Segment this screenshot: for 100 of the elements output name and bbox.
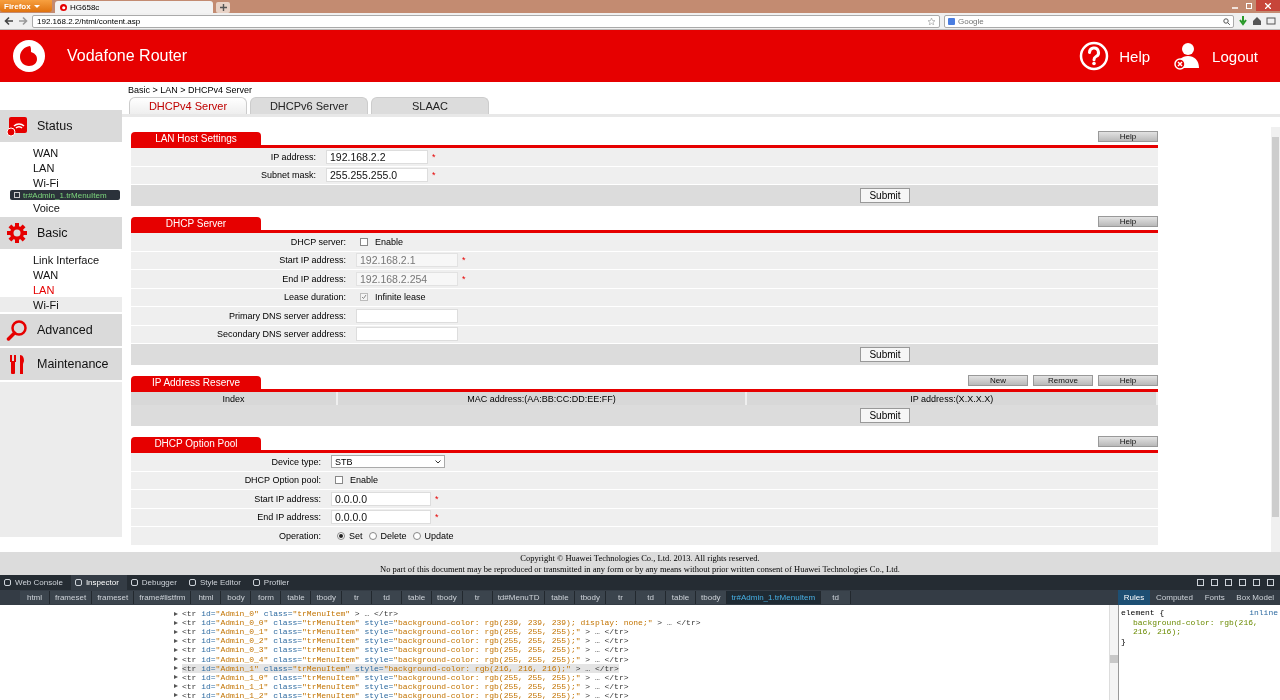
checkbox[interactable] xyxy=(360,237,368,246)
node-breadcrumb[interactable]: tbody xyxy=(575,591,606,604)
panel-tab[interactable]: Computed xyxy=(1150,590,1199,605)
home-icon[interactable] xyxy=(1252,16,1262,26)
back-icon[interactable] xyxy=(4,16,14,26)
ip-input-field[interactable]: 255.255.255.0 xyxy=(326,168,428,183)
node-breadcrumb[interactable]: tbody xyxy=(696,591,727,604)
node-breadcrumb[interactable]: table xyxy=(666,591,696,604)
scrollbar[interactable] xyxy=(1271,127,1280,552)
download-icon[interactable] xyxy=(1238,16,1248,26)
devtools-tab[interactable]: Profiler xyxy=(248,575,298,590)
node-breadcrumb[interactable]: table xyxy=(402,591,433,604)
menu-item[interactable]: LAN xyxy=(0,282,122,297)
help-button[interactable]: Help xyxy=(1079,41,1151,71)
menu-group[interactable]: Maintenance xyxy=(0,348,122,380)
node-breadcrumb[interactable]: table xyxy=(545,591,576,604)
device-type-dropdown[interactable]: STB xyxy=(331,455,445,469)
ip-input-field[interactable]: 0.0.0.0 xyxy=(331,510,431,525)
menu-item[interactable]: Wi-Fi xyxy=(0,175,122,190)
field-label: Start IP address: xyxy=(253,493,322,504)
menu-group[interactable]: Status xyxy=(0,110,122,142)
radio-label: Set xyxy=(349,530,363,541)
menu-item[interactable]: WAN xyxy=(0,267,122,282)
required-mark: * xyxy=(432,151,436,162)
node-breadcrumb[interactable]: td xyxy=(372,591,403,604)
node-breadcrumb[interactable]: td xyxy=(821,591,852,604)
expand-icon[interactable] xyxy=(174,657,178,661)
menu-item[interactable]: Link Interface xyxy=(0,252,122,267)
section-button[interactable]: Help xyxy=(1098,131,1158,142)
star-icon[interactable] xyxy=(928,17,935,25)
markup-line[interactable]: <tr id="Admin_1_1" class="trMenuItem" style="background-color: rgb(255, 255, 255);" > … </tr> xyxy=(182,681,629,691)
tab[interactable]: SLAAC xyxy=(371,97,489,114)
markup-line[interactable]: <tr id="Admin_0_2" class="trMenuItem" style="background-color: rgb(255, 255, 255);" > … </tr> xyxy=(182,636,629,646)
close-icon[interactable] xyxy=(1256,0,1280,11)
markup-line[interactable]: <tr id="Admin_0_3" class="trMenuItem" style="background-color: rgb(255, 255, 255);" > … </tr> xyxy=(182,645,629,655)
browser-tab[interactable]: HG658c xyxy=(55,1,213,13)
node-breadcrumb[interactable]: body xyxy=(221,591,252,604)
devtools-tab[interactable]: Debugger xyxy=(126,575,185,590)
node-breadcrumb[interactable]: frameset xyxy=(50,591,93,604)
node-breadcrumb[interactable]: tr xyxy=(462,591,493,604)
node-breadcrumb[interactable]: html xyxy=(191,591,222,604)
new-tab-icon[interactable] xyxy=(216,2,230,13)
node-breadcrumb[interactable]: table xyxy=(281,591,312,604)
search-icon[interactable] xyxy=(1223,17,1230,25)
node-breadcrumb[interactable]: html xyxy=(20,591,50,604)
menu-group[interactable]: Basic xyxy=(0,217,122,249)
favicon-icon xyxy=(60,3,67,11)
node-breadcrumb[interactable]: frameset xyxy=(92,591,135,604)
search-engine-icon[interactable] xyxy=(948,17,955,25)
markup-line[interactable]: <tr id="Admin_0" class="trMenuItem" > … </tr> xyxy=(182,609,399,619)
checkbox[interactable] xyxy=(335,476,343,485)
search-box[interactable]: Google xyxy=(944,14,1234,28)
tab[interactable]: DHCPv4 Server xyxy=(129,97,247,114)
node-breadcrumb[interactable]: td#MenuTD xyxy=(492,591,546,604)
radio-button[interactable] xyxy=(337,531,345,540)
address-bar[interactable]: 192.168.2.2/html/content.asp xyxy=(32,14,940,28)
ip-input-field[interactable] xyxy=(356,308,458,323)
menu-group[interactable]: Advanced xyxy=(0,314,122,346)
markup-line[interactable]: <tr id="Admin_1_2" class="trMenuItem" style="background-color: rgb(255, 255, 255);" > … </tr> xyxy=(182,690,629,700)
required-mark: * xyxy=(462,273,466,284)
checkbox-label: Enable xyxy=(350,475,379,486)
node-breadcrumb[interactable]: tr#Admin_1.trMenuItem xyxy=(726,591,822,604)
node-breadcrumb[interactable]: tr xyxy=(342,591,373,604)
radio-button[interactable] xyxy=(368,531,377,540)
submit-button[interactable]: Submit xyxy=(860,347,910,362)
markup-line[interactable]: <tr id="Admin_1_0" class="trMenuItem" style="background-color: rgb(255, 255, 255);" > … </tr> xyxy=(182,672,629,682)
node-breadcrumb[interactable]: tr xyxy=(606,591,636,604)
section-button[interactable]: Help xyxy=(1098,216,1158,227)
menu-item[interactable]: Voice xyxy=(0,200,122,215)
menu-item[interactable]: WAN xyxy=(0,145,122,160)
ip-input-field[interactable]: 192.168.2.2 xyxy=(326,149,428,164)
node-breadcrumb[interactable]: td xyxy=(636,591,666,604)
tab[interactable]: DHCPv6 Server xyxy=(250,97,368,114)
panel-tab[interactable]: Fonts xyxy=(1198,590,1231,605)
panel-tab[interactable]: Rules xyxy=(1118,590,1151,605)
submit-button[interactable]: Submit xyxy=(860,408,910,423)
devtools-tab[interactable]: Inspector xyxy=(70,575,127,590)
node-breadcrumb[interactable]: tbody xyxy=(311,591,343,604)
markup-line[interactable]: <tr id="Admin_0_0" class="trMenuItem" style="background-color: rgb(239, 239, 239); display: none;" > … </tr> xyxy=(182,618,701,628)
rule-source[interactable]: inline xyxy=(1249,608,1278,617)
node-breadcrumb[interactable]: tbody xyxy=(432,591,463,604)
ip-input-field[interactable]: 0.0.0.0 xyxy=(331,491,431,506)
section-button[interactable]: Help xyxy=(1098,375,1158,386)
submit-button[interactable]: Submit xyxy=(860,188,910,203)
devtools-tab[interactable]: Web Console xyxy=(0,575,71,590)
radio-button[interactable] xyxy=(412,531,421,540)
scrollbar[interactable] xyxy=(1109,605,1118,700)
markup-line[interactable]: <tr id="Admin_0_1" class="trMenuItem" style="background-color: rgb(255, 255, 255);" > … </tr> xyxy=(182,627,629,637)
section-button[interactable]: Remove xyxy=(1033,375,1093,386)
section-button[interactable]: New xyxy=(968,375,1028,386)
menu-item[interactable]: LAN xyxy=(0,160,122,175)
devtools-tab[interactable]: Style Editor xyxy=(184,575,249,590)
menu-item[interactable]: Wi-Fi xyxy=(0,297,122,312)
logout-button[interactable]: Logout xyxy=(1172,41,1258,71)
section-button[interactable]: Help xyxy=(1098,436,1158,447)
node-breadcrumb[interactable]: form xyxy=(251,591,282,604)
panel-tab[interactable]: Box Model xyxy=(1230,590,1280,605)
markup-line[interactable]: <tr id="Admin_0_4" class="trMenuItem" style="background-color: rgb(255, 255, 255);" > … </tr> xyxy=(182,654,629,664)
node-breadcrumb[interactable]: frame#listfrm xyxy=(134,591,192,604)
ip-input-field[interactable] xyxy=(356,327,458,342)
